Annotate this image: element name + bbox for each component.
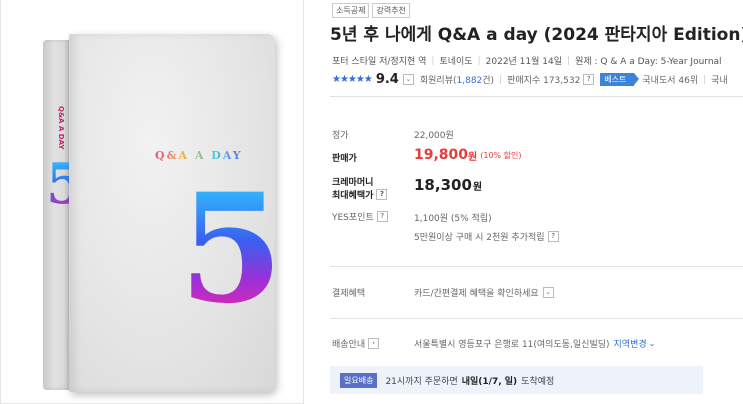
tag-list: 소득공제 강력추천 <box>332 3 410 18</box>
product-details: 소득공제 강력추천 5년 후 나에게 Q&A a day (2024 판타지아 … <box>330 0 743 404</box>
sale-price-unit: 원 <box>468 151 478 163</box>
shipping-label: 배송안내 <box>332 340 366 350</box>
shipping-label-row: 배송안내 › <box>332 337 380 350</box>
meta-separator: | <box>477 55 481 66</box>
spine-number: 5 <box>46 151 85 217</box>
sales-index: 판매지수 173,532 <box>507 76 581 86</box>
points-label: YES포인트 <box>332 213 374 223</box>
delivery-estimate: 일요배송 21시까지 주문하면 내일(1/7, 일) 도착예정 <box>330 366 703 394</box>
meta-separator: | <box>567 55 571 66</box>
spine-title: Q&A A DAY <box>57 106 65 150</box>
best-badge: 베스트 <box>600 73 640 86</box>
shipping-address: 서울특별시 영등포구 은행로 11(여의도동,일신빌딩) <box>414 340 610 350</box>
star-rating-icon: ★★★★★ <box>332 74 373 85</box>
meta-separator: | <box>431 55 435 66</box>
max-benefit-row: 18,300 원 <box>414 176 482 194</box>
author-link[interactable]: 포터 스타일 저/정지현 역 <box>332 54 426 67</box>
best-rank-more[interactable]: 국내 <box>711 73 728 86</box>
meta-separator: | <box>499 74 503 85</box>
shipping-address-row: 서울특별시 영등포구 은행로 11(여의도동,일신빌딩) 지역변경 ⌄ <box>414 337 655 350</box>
chevron-down-icon[interactable]: ⌄ <box>402 74 414 85</box>
points-extra-row: 5만원이상 구매 시 2천원 추가적립 ? <box>414 230 559 243</box>
book-front: Q&A A DAY 5 <box>69 34 283 392</box>
region-change-link[interactable]: 지역변경 <box>614 337 647 350</box>
max-benefit-label-2: 최대혜택가 <box>332 191 374 201</box>
publisher-link[interactable]: 토네이도 <box>439 54 472 67</box>
rating-row: ★★★★★ 9.4 ⌄ 회원리뷰(1,882건) | 판매지수 173,532 … <box>332 72 728 87</box>
review-link[interactable]: 회원리뷰(1,882건) <box>420 73 494 86</box>
divider <box>330 266 743 267</box>
discount-rate: (10% 할인) <box>480 150 522 160</box>
delivery-text-post: 도착예정 <box>521 376 555 387</box>
points-label-row: YES포인트 ? <box>332 210 388 223</box>
max-benefit-label-row: 최대혜택가 ? <box>332 188 388 201</box>
payment-label: 결제혜택 <box>332 289 366 299</box>
cover-number: 5 <box>179 161 284 337</box>
book-spine: Q&A A DAY 5 <box>43 40 85 390</box>
product-meta: 포터 스타일 저/정지현 역 | 토네이도 | 2022년 11월 14일 | … <box>332 54 722 68</box>
page-title: 5년 후 나에게 Q&A a day (2024 판타지아 Edition) <box>330 25 743 45</box>
rating-score: 9.4 <box>375 72 399 87</box>
book-cover-image[interactable]: Q&A A DAY 5 Q&A A DAY 5 <box>43 34 283 392</box>
help-icon[interactable]: ? <box>376 189 388 200</box>
divider <box>330 318 743 319</box>
original-title: 원제 : Q & A a Day: 5-Year Journal <box>575 57 722 67</box>
divider <box>330 96 743 97</box>
list-price-value: 22,000원 <box>414 131 454 141</box>
delivery-text-pre: 21시까지 주문하면 <box>385 376 458 387</box>
help-icon[interactable]: ? <box>547 231 559 242</box>
tag-tax-deduction: 소득공제 <box>332 3 370 18</box>
product-image-panel: Q&A A DAY 5 Q&A A DAY 5 <box>0 0 304 404</box>
max-benefit-label-1: 크레마머니 <box>332 178 374 188</box>
tag-recommended: 강력추천 <box>372 3 410 18</box>
help-icon[interactable]: ? <box>583 74 595 85</box>
points-value: 1,100원 (5% 적립) <box>414 214 492 224</box>
meta-separator: | <box>703 74 707 85</box>
best-rank-link[interactable]: 국내도서 46위 <box>642 73 698 86</box>
publish-date: 2022년 11월 14일 <box>485 57 563 67</box>
review-suffix: 건) <box>482 76 495 86</box>
max-benefit-value: 18,300 <box>414 176 472 194</box>
sale-price-value: 19,800 <box>414 147 469 163</box>
sunday-delivery-badge: 일요배송 <box>340 372 378 388</box>
chevron-down-icon[interactable]: ⌄ <box>542 287 554 298</box>
payment-value: 카드/간편결제 혜택을 확인하세요 <box>414 289 539 299</box>
help-icon[interactable]: ? <box>376 211 388 222</box>
max-benefit-unit: 원 <box>472 181 483 193</box>
delivery-date: 내일(1/7, 일) <box>461 376 518 387</box>
payment-row[interactable]: 카드/간편결제 혜택을 확인하세요 ⌄ <box>414 286 554 299</box>
points-extra: 5만원이상 구매 시 2천원 추가적립 <box>414 233 545 243</box>
review-label: 회원리뷰( <box>419 76 457 86</box>
sale-price-label: 판매가 <box>332 154 357 164</box>
chevron-down-icon[interactable]: ⌄ <box>649 339 656 348</box>
list-price-label: 정가 <box>332 131 349 141</box>
chevron-right-icon[interactable]: › <box>368 338 380 349</box>
review-count: 1,882 <box>456 76 483 86</box>
sale-price-row: 19,800 원 (10% 할인) <box>414 147 522 163</box>
